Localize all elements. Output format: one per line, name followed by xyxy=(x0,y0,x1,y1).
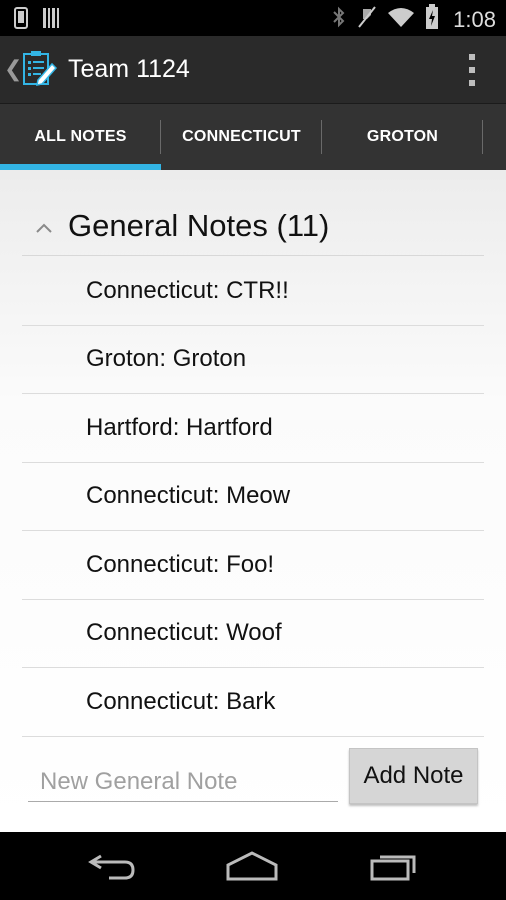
list-item[interactable]: Connecticut: Bark xyxy=(22,668,484,737)
overflow-menu-icon[interactable] xyxy=(468,54,476,86)
list-item[interactable]: Connecticut: Foo! xyxy=(22,531,484,600)
add-note-button[interactable]: Add Note xyxy=(349,748,478,804)
muted-icon xyxy=(357,5,377,34)
home-icon[interactable] xyxy=(222,846,282,886)
group-header[interactable]: General Notes (11) xyxy=(22,200,484,256)
tab-divider xyxy=(482,120,483,154)
tab-label: CONNECTICUT xyxy=(182,128,301,145)
chevron-left-icon[interactable]: ❮ xyxy=(4,56,22,82)
page-title: Team 1124 xyxy=(68,55,190,83)
tab-all-notes[interactable]: ALL NOTES xyxy=(0,104,161,170)
group-title: General Notes (11) xyxy=(68,208,330,243)
content-area: General Notes (11) Connecticut: CTR!! Gr… xyxy=(0,170,506,832)
list-item[interactable]: Connecticut: Meow xyxy=(22,463,484,531)
wifi-icon xyxy=(387,5,415,34)
status-time: 1:08 xyxy=(453,6,496,32)
list-item[interactable]: Groton: Groton xyxy=(22,326,484,394)
notes-icon[interactable] xyxy=(22,50,58,93)
notes-list: Connecticut: CTR!! Groton: Groton Hartfo… xyxy=(22,257,484,737)
barcode-icon xyxy=(42,7,62,34)
action-bar: ❮ Team 1124 xyxy=(0,36,506,104)
tab-label: GROTON xyxy=(366,128,439,145)
phone-icon xyxy=(14,7,28,34)
bluetooth-icon xyxy=(331,5,347,34)
back-icon[interactable] xyxy=(82,846,142,886)
nav-bar xyxy=(0,832,506,900)
tab-label: ALL NOTES xyxy=(34,128,127,145)
tab-bar: ALL NOTES CONNECTICUT GROTON xyxy=(0,104,506,170)
add-note-row: Add Note xyxy=(28,748,480,808)
tab-connecticut[interactable]: CONNECTICUT xyxy=(161,104,322,170)
list-item[interactable]: Connecticut: CTR!! xyxy=(22,257,484,326)
list-item[interactable]: Connecticut: Woof xyxy=(22,600,484,668)
status-bar: 1:08 xyxy=(0,0,506,36)
battery-icon xyxy=(425,4,439,35)
list-item[interactable]: Hartford: Hartford xyxy=(22,394,484,463)
recent-apps-icon[interactable] xyxy=(364,846,424,886)
chevron-up-icon[interactable] xyxy=(36,220,52,238)
tab-groton[interactable]: GROTON xyxy=(322,104,483,170)
new-note-input[interactable] xyxy=(28,762,338,802)
